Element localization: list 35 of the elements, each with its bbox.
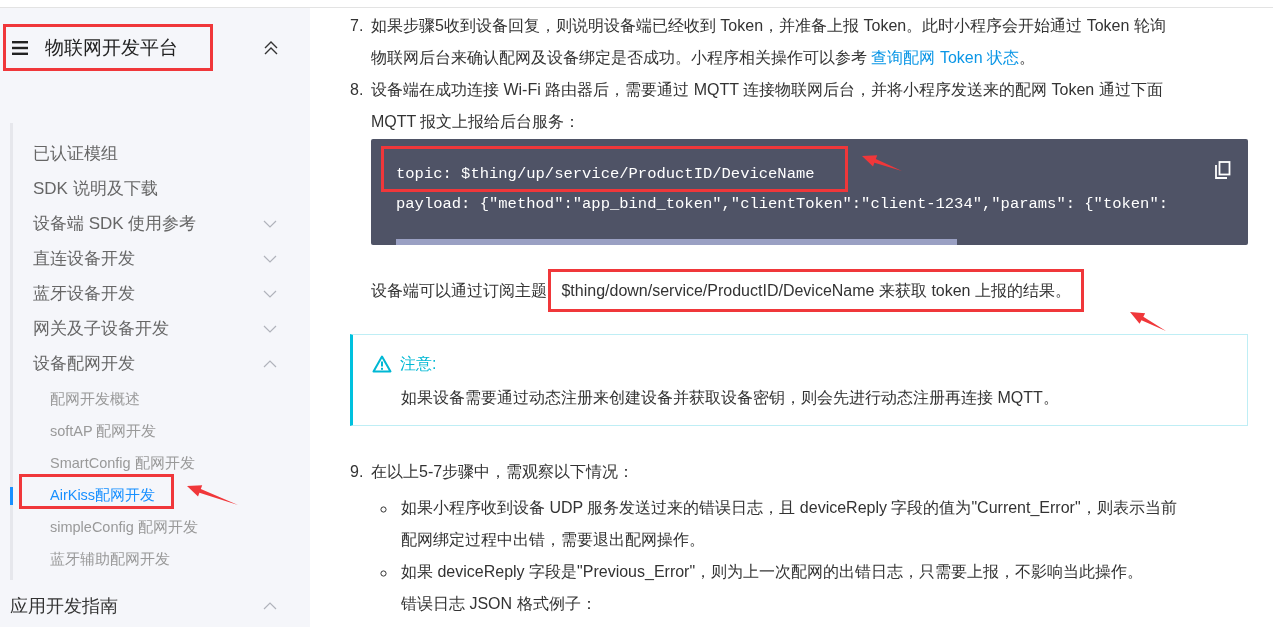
annotation-arrow [187,485,238,505]
step-number: 9. [350,462,365,482]
sidebar-title: 物联网开发平台 [45,35,178,60]
collapse-icon[interactable] [264,41,278,55]
sidebar-item[interactable]: SDK 说明及下载 [13,171,310,206]
step-text: 如果步骤5收到设备回复，则说明设备端已经收到 Token，并准备上报 Token。此时小程序会开始通过 Token 轮询物联网后台来确认配网及设备绑定是否成功。小程序相关操作可以参考 查询配网 Token 状态。 [371,16,1167,68]
code-line: topic: $thing/up/service/ProductID/DeviceName [396,164,815,184]
step-number: 8. [350,80,365,100]
step-text: 设备端在成功连接 Wi-Fi 路由器后，需要通过 MQTT 连接物联网后台，并将小程序发送来的配网 Token 通过下面 MQTT 报文上报给后台服务： [371,80,1164,132]
bullet-text: 如果小程序收到设备 UDP 服务发送过来的错误日志，且 deviceReply 字段的值为"Current_Error"，则表示当前配网绑定过程中出错，需要退出配网操作。 [401,498,1178,550]
sidebar-item[interactable]: 设备配网开发 [13,346,310,381]
sidebar-item[interactable]: 直连设备开发 [13,241,310,276]
warning-icon [372,355,392,373]
notice-title: 注意: [400,354,437,374]
sidebar-item[interactable]: 已认证模组 [13,136,310,171]
doc-link[interactable]: 查询配网 Token 状态 [871,49,1020,66]
annotation-arrow [862,155,902,171]
active-indicator [10,487,13,505]
code-line: payload: {"method":"app_bind_token","clientToken":"client-1234","params": {"token": [396,194,1169,214]
bullet-icon [380,506,387,513]
sidebar-item[interactable]: 网关及子设备开发 [13,311,310,346]
sidebar-subitem[interactable]: AirKiss配网开发 [50,485,156,507]
annotation-arrow [1130,312,1166,331]
step-text: 在以上5-7步骤中，需观察以下情况： [371,462,635,482]
sidebar-item[interactable]: 设备端 SDK 使用参考 [13,206,310,241]
copy-icon[interactable] [1215,161,1231,179]
bullet-note: 错误日志 JSON 格式例子： [401,594,598,614]
menu-icon[interactable] [12,41,28,55]
notice-text: 如果设备需要通过动态注册来创建设备并获取设备密钥，则会先进行动态注册再连接 MQTT。 [401,388,1060,408]
sidebar-section[interactable]: 应用开发指南 [0,586,310,626]
sidebar-item[interactable]: 蓝牙设备开发 [13,276,310,311]
bullet-text: 如果 deviceReply 字段是"Previous_Error"，则为上一次配网的出错日志，只需要上报，不影响当此操作。 [401,562,1145,582]
bullet-icon [380,570,387,577]
step-number: 7. [350,16,365,36]
paragraph: 设备端可以通过订阅主题 $thing/down/service/ProductID/DeviceName 来获取 token 上报的结果。 [371,263,1085,319]
